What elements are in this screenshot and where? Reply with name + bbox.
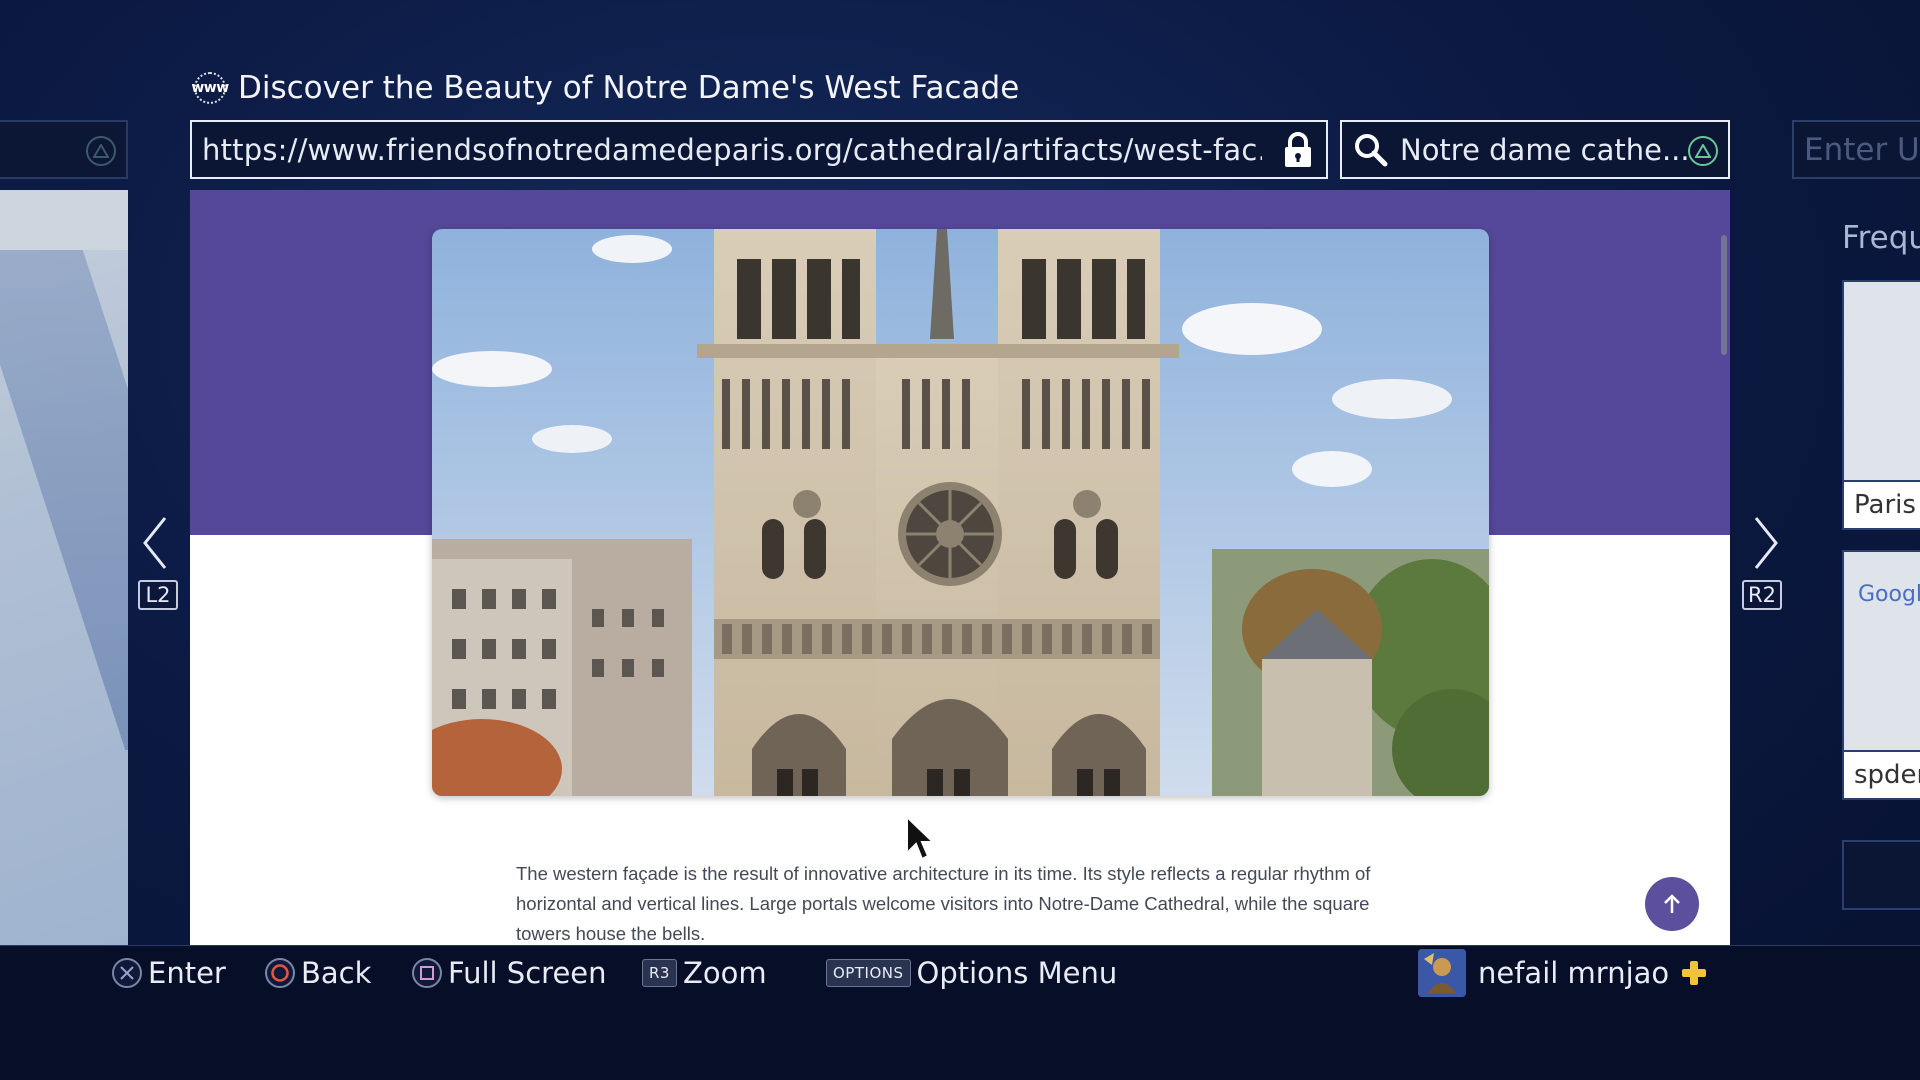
next-tab-chevron-icon[interactable] [1738, 508, 1788, 578]
frequent-sites-heading: Frequ [1842, 220, 1920, 256]
search-query: Notre dame cathe... [1400, 132, 1690, 167]
article-paragraph: The western façade is the result of inno… [516, 863, 1371, 944]
fullscreen-label: Full Screen [448, 956, 607, 990]
options-menu-hint[interactable]: OPTIONS Options Menu [826, 953, 1117, 993]
zoom-hint[interactable]: R3 Zoom [642, 953, 767, 993]
ps-plus-icon [1681, 960, 1707, 986]
r3-key-badge: R3 [642, 959, 677, 987]
google-logo: Google [1858, 582, 1920, 607]
triangle-button-icon [1688, 136, 1718, 166]
circle-button-icon [265, 958, 295, 988]
page-scrollbar[interactable] [1721, 235, 1727, 355]
previous-tab-url-bar[interactable] [0, 120, 128, 179]
tile-label: Paris I [1844, 480, 1920, 528]
cross-button-icon [112, 958, 142, 988]
fullscreen-hint[interactable]: Full Screen [412, 953, 607, 993]
scroll-to-top-button[interactable] [1645, 877, 1699, 931]
back-hint[interactable]: Back [265, 953, 371, 993]
triangle-button-icon [86, 136, 116, 166]
square-button-icon [412, 958, 442, 988]
frequent-site-tile[interactable] [1842, 840, 1920, 910]
r2-button[interactable]: R2 [1742, 580, 1782, 610]
options-menu-label: Options Menu [916, 956, 1118, 990]
previous-tab-preview[interactable] [0, 190, 128, 945]
page-title-text: Discover the Beauty of Notre Dame's West… [238, 70, 1020, 106]
frequent-site-tile[interactable]: Google spder [1842, 550, 1920, 800]
web-page-viewport[interactable]: The western façade is the result of inno… [190, 190, 1730, 945]
zoom-label: Zoom [682, 956, 767, 990]
www-icon: www [190, 70, 230, 106]
next-tab-url-placeholder: Enter UR [1804, 132, 1920, 168]
frequent-site-tile[interactable]: Paris I [1842, 280, 1920, 530]
url-text: https://www.friendsofnotredamedeparis.or… [202, 132, 1262, 167]
enter-hint[interactable]: Enter [112, 953, 226, 993]
next-tab-url-field[interactable]: Enter UR [1792, 120, 1920, 179]
page-title: www Discover the Beauty of Notre Dame's … [190, 66, 1019, 110]
user-name: nefail mrnjao [1478, 956, 1670, 990]
previous-tab-chevron-icon[interactable] [133, 508, 183, 578]
arrow-up-icon [1664, 894, 1680, 913]
enter-label: Enter [148, 956, 226, 990]
tile-label: spder [1844, 750, 1920, 798]
back-label: Back [301, 956, 372, 990]
search-bar[interactable]: Notre dame cathe... [1340, 120, 1730, 179]
lock-icon [1285, 132, 1311, 167]
avatar [1418, 949, 1466, 997]
url-bar[interactable]: https://www.friendsofnotredamedeparis.or… [190, 120, 1328, 179]
user-profile[interactable]: nefail mrnjao [1418, 949, 1707, 997]
notre-dame-west-facade-image [432, 229, 1489, 796]
l2-button[interactable]: L2 [138, 580, 178, 610]
options-key-badge: OPTIONS [826, 959, 911, 987]
mouse-cursor-icon [906, 815, 935, 861]
search-icon [1355, 133, 1388, 166]
